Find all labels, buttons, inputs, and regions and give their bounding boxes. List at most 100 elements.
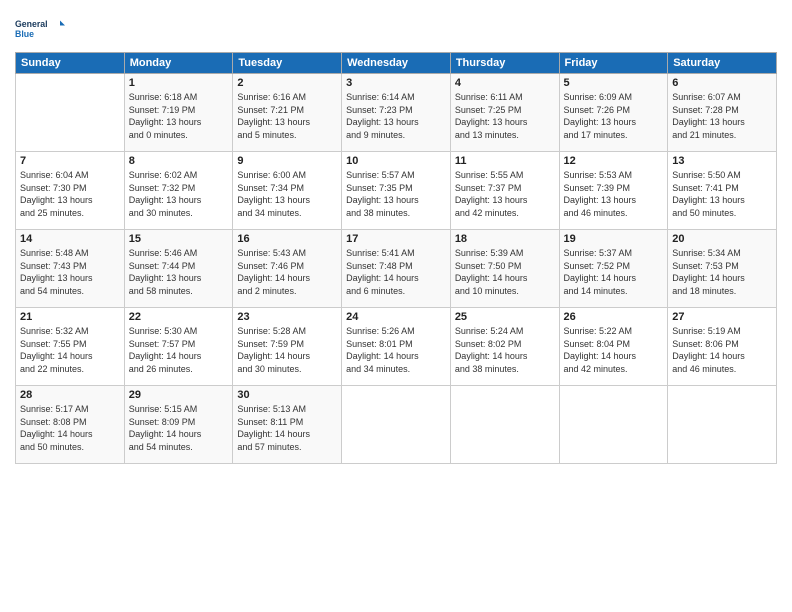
- day-info: Sunrise: 5:53 AMSunset: 7:39 PMDaylight:…: [564, 169, 664, 219]
- day-info: Sunrise: 5:17 AMSunset: 8:08 PMDaylight:…: [20, 403, 120, 453]
- calendar-cell: 8Sunrise: 6:02 AMSunset: 7:32 PMDaylight…: [124, 152, 233, 230]
- calendar-cell: 30 Sunrise: 5:13 AMSunset: 8:11 PMDayligh…: [233, 386, 342, 464]
- calendar-cell: [450, 386, 559, 464]
- day-info: Sunrise: 6:16 AMSunset: 7:21 PMDaylight:…: [237, 91, 337, 141]
- calendar-cell: 15 Sunrise: 5:46 AMSunset: 7:44 PMDayligh…: [124, 230, 233, 308]
- day-number: 14: [20, 233, 120, 245]
- day-info: Sunrise: 5:26 AMSunset: 8:01 PMDaylight:…: [346, 325, 446, 375]
- calendar-cell: 19 Sunrise: 5:37 AMSunset: 7:52 PMDayligh…: [559, 230, 668, 308]
- day-info: Sunrise: 5:30 AMSunset: 7:57 PMDaylight:…: [129, 325, 229, 375]
- day-number: 27: [672, 311, 772, 323]
- day-info: Sunrise: 6:07 AMSunset: 7:28 PMDaylight:…: [672, 91, 772, 141]
- day-number: 1: [129, 77, 229, 89]
- day-info: Sunrise: 5:15 AMSunset: 8:09 PMDaylight:…: [129, 403, 229, 453]
- day-number: 25: [455, 311, 555, 323]
- day-number: 12: [564, 155, 664, 167]
- col-header-sunday: Sunday: [16, 53, 125, 74]
- calendar-cell: 4 Sunrise: 6:11 AMSunset: 7:25 PMDaylight…: [450, 74, 559, 152]
- day-info: Sunrise: 6:11 AMSunset: 7:25 PMDaylight:…: [455, 91, 555, 141]
- day-info: Sunrise: 5:57 AMSunset: 7:35 PMDaylight:…: [346, 169, 446, 219]
- day-number: 8: [129, 155, 229, 167]
- day-info: Sunrise: 5:24 AMSunset: 8:02 PMDaylight:…: [455, 325, 555, 375]
- svg-text:Blue: Blue: [15, 29, 34, 39]
- calendar-cell: 28 Sunrise: 5:17 AMSunset: 8:08 PMDayligh…: [16, 386, 125, 464]
- day-number: 2: [237, 77, 337, 89]
- day-number: 19: [564, 233, 664, 245]
- calendar-cell: 13 Sunrise: 5:50 AMSunset: 7:41 PMDayligh…: [668, 152, 777, 230]
- day-number: 13: [672, 155, 772, 167]
- day-info: Sunrise: 6:18 AMSunset: 7:19 PMDaylight:…: [129, 91, 229, 141]
- calendar-cell: 29 Sunrise: 5:15 AMSunset: 8:09 PMDayligh…: [124, 386, 233, 464]
- day-info: Sunrise: 5:43 AMSunset: 7:46 PMDaylight:…: [237, 247, 337, 297]
- day-info: Sunrise: 5:46 AMSunset: 7:44 PMDaylight:…: [129, 247, 229, 297]
- calendar-cell: 12 Sunrise: 5:53 AMSunset: 7:39 PMDayligh…: [559, 152, 668, 230]
- calendar-cell: [342, 386, 451, 464]
- calendar-cell: 5 Sunrise: 6:09 AMSunset: 7:26 PMDaylight…: [559, 74, 668, 152]
- week-row-0: 1 Sunrise: 6:18 AMSunset: 7:19 PMDaylight…: [16, 74, 777, 152]
- day-number: 11: [455, 155, 555, 167]
- day-number: 30: [237, 389, 337, 401]
- calendar-cell: 18Sunrise: 5:39 AMSunset: 7:50 PMDayligh…: [450, 230, 559, 308]
- svg-text:General: General: [15, 19, 48, 29]
- day-number: 4: [455, 77, 555, 89]
- calendar-cell: 2 Sunrise: 6:16 AMSunset: 7:21 PMDaylight…: [233, 74, 342, 152]
- calendar-cell: 25 Sunrise: 5:24 AMSunset: 8:02 PMDayligh…: [450, 308, 559, 386]
- day-number: 23: [237, 311, 337, 323]
- calendar-cell: [559, 386, 668, 464]
- calendar-cell: 1 Sunrise: 6:18 AMSunset: 7:19 PMDaylight…: [124, 74, 233, 152]
- day-number: 15: [129, 233, 229, 245]
- logo-svg: General Blue: [15, 10, 65, 46]
- day-info: Sunrise: 5:48 AMSunset: 7:43 PMDaylight:…: [20, 247, 120, 297]
- calendar-cell: 27 Sunrise: 5:19 AMSunset: 8:06 PMDayligh…: [668, 308, 777, 386]
- day-info: Sunrise: 5:37 AMSunset: 7:52 PMDaylight:…: [564, 247, 664, 297]
- calendar-cell: 16 Sunrise: 5:43 AMSunset: 7:46 PMDayligh…: [233, 230, 342, 308]
- calendar-cell: 26Sunrise: 5:22 AMSunset: 8:04 PMDayligh…: [559, 308, 668, 386]
- day-info: Sunrise: 5:39 AMSunset: 7:50 PMDaylight:…: [455, 247, 555, 297]
- day-info: Sunrise: 5:28 AMSunset: 7:59 PMDaylight:…: [237, 325, 337, 375]
- day-number: 21: [20, 311, 120, 323]
- header: General Blue: [15, 10, 777, 46]
- day-info: Sunrise: 5:41 AMSunset: 7:48 PMDaylight:…: [346, 247, 446, 297]
- day-number: 29: [129, 389, 229, 401]
- day-number: 5: [564, 77, 664, 89]
- day-number: 22: [129, 311, 229, 323]
- day-number: 16: [237, 233, 337, 245]
- day-info: Sunrise: 6:04 AMSunset: 7:30 PMDaylight:…: [20, 169, 120, 219]
- col-header-tuesday: Tuesday: [233, 53, 342, 74]
- calendar-cell: 3Sunrise: 6:14 AMSunset: 7:23 PMDaylight…: [342, 74, 451, 152]
- day-info: Sunrise: 6:00 AMSunset: 7:34 PMDaylight:…: [237, 169, 337, 219]
- day-number: 26: [564, 311, 664, 323]
- calendar-cell: 20Sunrise: 5:34 AMSunset: 7:53 PMDayligh…: [668, 230, 777, 308]
- calendar-cell: 21 Sunrise: 5:32 AMSunset: 7:55 PMDayligh…: [16, 308, 125, 386]
- col-header-wednesday: Wednesday: [342, 53, 451, 74]
- day-info: Sunrise: 5:19 AMSunset: 8:06 PMDaylight:…: [672, 325, 772, 375]
- day-info: Sunrise: 5:13 AMSunset: 8:11 PMDaylight:…: [237, 403, 337, 453]
- col-header-monday: Monday: [124, 53, 233, 74]
- day-info: Sunrise: 5:34 AMSunset: 7:53 PMDaylight:…: [672, 247, 772, 297]
- calendar-cell: 6Sunrise: 6:07 AMSunset: 7:28 PMDaylight…: [668, 74, 777, 152]
- calendar-cell: 17Sunrise: 5:41 AMSunset: 7:48 PMDayligh…: [342, 230, 451, 308]
- week-row-4: 28 Sunrise: 5:17 AMSunset: 8:08 PMDayligh…: [16, 386, 777, 464]
- day-info: Sunrise: 6:09 AMSunset: 7:26 PMDaylight:…: [564, 91, 664, 141]
- day-info: Sunrise: 5:32 AMSunset: 7:55 PMDaylight:…: [20, 325, 120, 375]
- col-header-saturday: Saturday: [668, 53, 777, 74]
- calendar-cell: 24 Sunrise: 5:26 AMSunset: 8:01 PMDayligh…: [342, 308, 451, 386]
- calendar-table: SundayMondayTuesdayWednesdayThursdayFrid…: [15, 52, 777, 464]
- day-info: Sunrise: 6:14 AMSunset: 7:23 PMDaylight:…: [346, 91, 446, 141]
- logo: General Blue: [15, 10, 65, 46]
- day-number: 24: [346, 311, 446, 323]
- calendar-cell: 10 Sunrise: 5:57 AMSunset: 7:35 PMDayligh…: [342, 152, 451, 230]
- day-number: 9: [237, 155, 337, 167]
- day-number: 10: [346, 155, 446, 167]
- col-header-friday: Friday: [559, 53, 668, 74]
- page: General Blue SundayMondayTuesdayWednesda…: [0, 0, 792, 612]
- day-info: Sunrise: 5:55 AMSunset: 7:37 PMDaylight:…: [455, 169, 555, 219]
- calendar-cell: 14 Sunrise: 5:48 AMSunset: 7:43 PMDayligh…: [16, 230, 125, 308]
- calendar-cell: 22 Sunrise: 5:30 AMSunset: 7:57 PMDayligh…: [124, 308, 233, 386]
- day-number: 28: [20, 389, 120, 401]
- calendar-cell: [16, 74, 125, 152]
- calendar-cell: 11 Sunrise: 5:55 AMSunset: 7:37 PMDayligh…: [450, 152, 559, 230]
- calendar-cell: [668, 386, 777, 464]
- day-info: Sunrise: 5:50 AMSunset: 7:41 PMDaylight:…: [672, 169, 772, 219]
- day-number: 7: [20, 155, 120, 167]
